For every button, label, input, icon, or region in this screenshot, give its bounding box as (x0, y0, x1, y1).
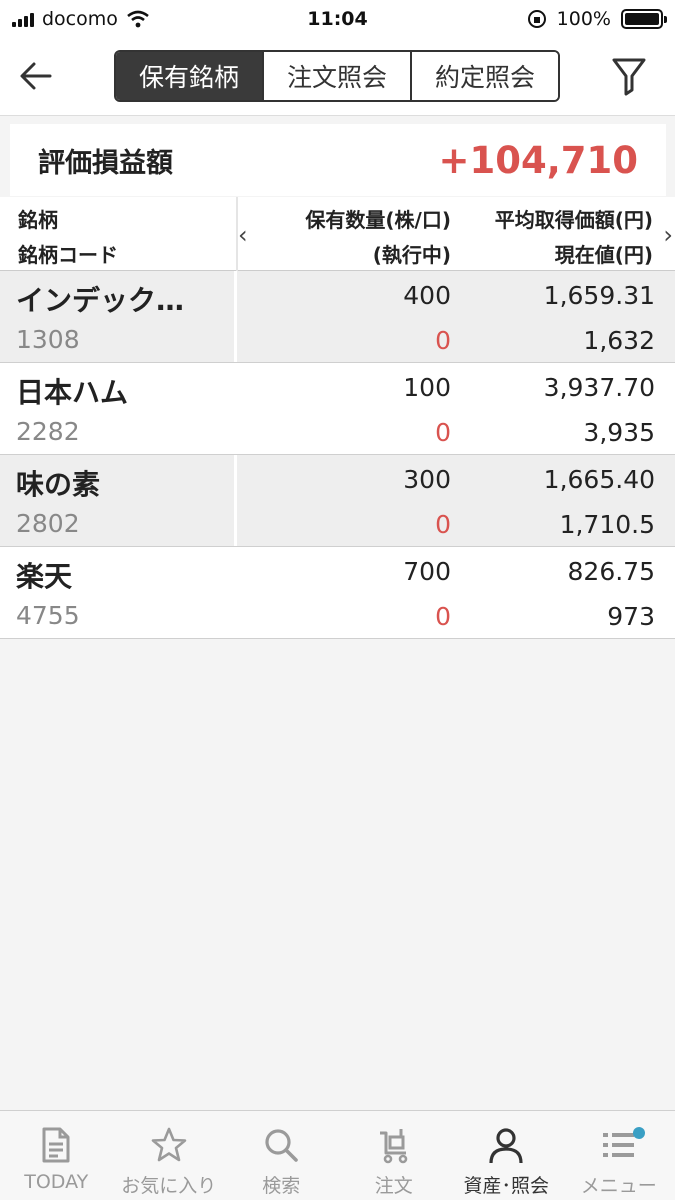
stock-code: 1308 (16, 325, 80, 354)
star-icon (151, 1127, 187, 1162)
nav-header: 保有銘柄 注文照会 約定照会 (0, 38, 675, 116)
status-right: 100% (527, 8, 667, 30)
tab-label: 検索 (262, 1175, 301, 1197)
header-right-column: 平均取得価額(円) 現在値(円) (495, 203, 653, 273)
summary-label: 評価損益額 (38, 147, 173, 179)
document-icon (42, 1127, 70, 1163)
status-bar: docomo 11:04 100% (0, 0, 675, 38)
tab-label: お気に入り (121, 1175, 217, 1197)
executing-qty: 0 (435, 418, 451, 447)
header-mid-column: 保有数量(株/口) (執行中) (305, 203, 451, 273)
row-name-cell: 味の素 2802 (0, 455, 234, 546)
row-name-cell: 日本ハム 2282 (0, 363, 234, 454)
back-arrow-icon[interactable] (16, 58, 56, 94)
current-price: 3,935 (583, 418, 655, 447)
chevron-left-icon[interactable]: ‹ (238, 221, 248, 249)
tab-assets[interactable]: 資産･照会 (450, 1111, 563, 1200)
stock-code: 2802 (16, 509, 80, 538)
row-values-cell: 300 0 1,665.40 1,710.5 (237, 455, 675, 546)
tab-search[interactable]: 検索 (225, 1111, 338, 1200)
executing-qty: 0 (435, 510, 451, 539)
filter-icon[interactable] (611, 56, 647, 96)
summary-value: +104,710 (438, 138, 638, 182)
table-header: 銘柄 銘柄コード ‹ 保有数量(株/口) (執行中) 平均取得価額(円) 現在値… (0, 197, 675, 271)
cart-icon (379, 1129, 408, 1164)
header-current: 現在値(円) (554, 243, 653, 267)
tab-label: 注文 (374, 1175, 413, 1197)
average-price: 826.75 (567, 557, 655, 586)
current-price: 1,710.5 (559, 510, 655, 539)
stock-name: 日本ハム (16, 376, 129, 409)
tab-order-inquiry[interactable]: 注文照会 (262, 52, 410, 100)
holding-qty: 400 (403, 281, 451, 310)
stock-code: 4755 (16, 601, 80, 630)
search-icon (265, 1129, 299, 1162)
header-qty: 保有数量(株/口) (305, 208, 451, 232)
average-price: 1,659.31 (543, 281, 655, 310)
person-icon (489, 1128, 523, 1164)
tab-order[interactable]: 注文 (338, 1111, 451, 1200)
table-row[interactable]: 日本ハム 2282 100 0 3,937.70 3,935 (0, 363, 675, 455)
header-name: 銘柄 (18, 208, 58, 232)
current-price: 1,632 (583, 326, 655, 355)
row-values-cell: 700 0 826.75 973 (237, 547, 675, 638)
holding-qty: 100 (403, 373, 451, 402)
holdings-list: インデック… 1308 400 0 1,659.31 1,632 日本ハム 22… (0, 271, 675, 639)
tab-today[interactable]: TODAY (0, 1111, 113, 1200)
stock-name: 楽天 (16, 560, 73, 593)
stock-code: 2282 (16, 417, 80, 446)
table-row[interactable]: 味の素 2802 300 0 1,665.40 1,710.5 (0, 455, 675, 547)
tab-label: TODAY (24, 1171, 89, 1193)
profit-loss-summary: 評価損益額 +104,710 (10, 124, 666, 196)
table-row[interactable]: 楽天 4755 700 0 826.75 973 (0, 547, 675, 639)
row-values-cell: 100 0 3,937.70 3,935 (237, 363, 675, 454)
tab-execution-inquiry[interactable]: 約定照会 (410, 52, 558, 100)
stock-name: インデック… (16, 284, 185, 317)
executing-qty: 0 (435, 326, 451, 355)
header-left-column: 銘柄 銘柄コード (0, 197, 234, 271)
bottom-tab-bar: TODAY お気に入り 検索 注文 資産･照会 メニュー (0, 1110, 675, 1200)
chevron-right-icon[interactable]: › (663, 221, 673, 249)
header-avg: 平均取得価額(円) (494, 208, 653, 232)
header-exec: (執行中) (372, 243, 451, 267)
table-row[interactable]: インデック… 1308 400 0 1,659.31 1,632 (0, 271, 675, 363)
row-name-cell: インデック… 1308 (0, 271, 234, 362)
segmented-control: 保有銘柄 注文照会 約定照会 (114, 50, 560, 102)
battery-icon (621, 9, 667, 29)
rotation-lock-icon (527, 10, 546, 28)
current-price: 973 (607, 602, 655, 631)
tab-favorites[interactable]: お気に入り (113, 1111, 226, 1200)
row-name-cell: 楽天 4755 (0, 547, 234, 638)
average-price: 3,937.70 (543, 373, 655, 402)
tab-menu[interactable]: メニュー (563, 1111, 675, 1200)
header-code: 銘柄コード (18, 243, 118, 267)
row-values-cell: 400 0 1,659.31 1,632 (237, 271, 675, 362)
battery-percent: 100% (556, 8, 611, 30)
notification-dot (633, 1127, 645, 1139)
tab-label: メニュー (580, 1175, 657, 1197)
tab-holdings[interactable]: 保有銘柄 (116, 52, 262, 100)
holding-qty: 300 (403, 465, 451, 494)
average-price: 1,665.40 (543, 465, 655, 494)
tab-label: 資産･照会 (463, 1175, 549, 1197)
stock-name: 味の素 (16, 468, 101, 501)
holding-qty: 700 (403, 557, 451, 586)
executing-qty: 0 (435, 602, 451, 631)
